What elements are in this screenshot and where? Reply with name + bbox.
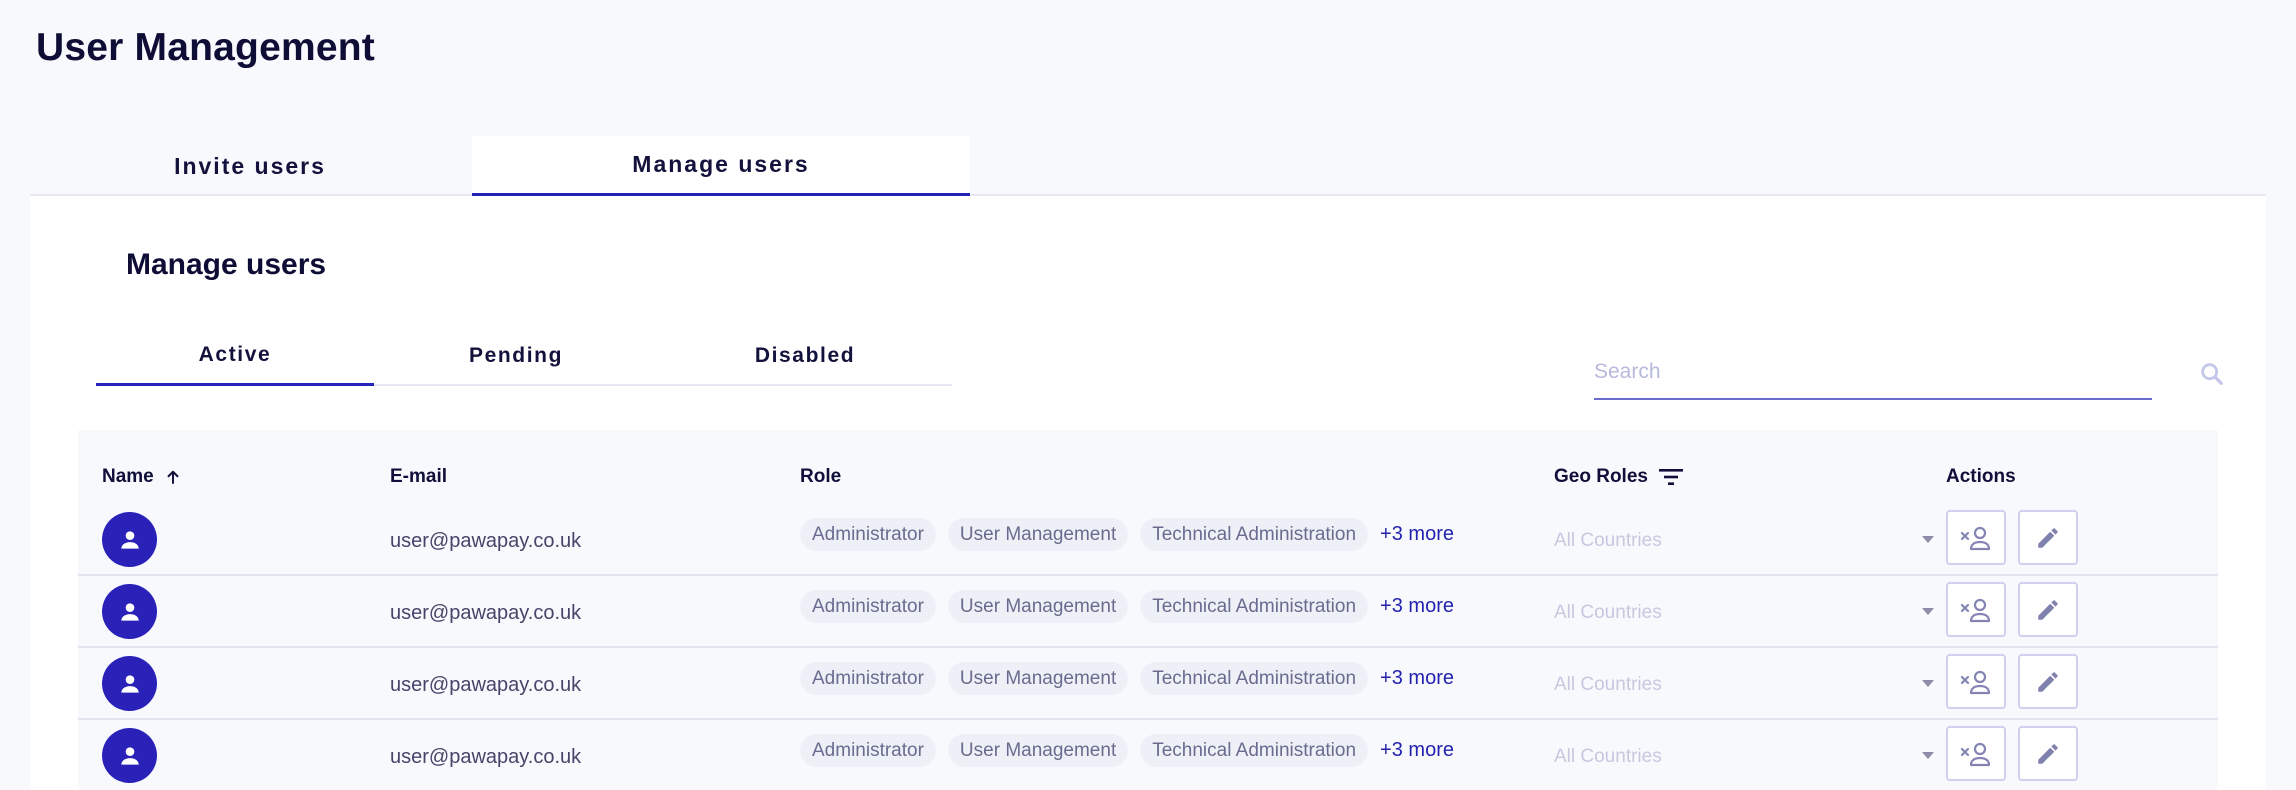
role-chip: User Management <box>947 734 1129 767</box>
sort-ascending-icon[interactable] <box>164 468 182 486</box>
pencil-icon <box>2038 599 2058 620</box>
person-icon <box>120 746 139 765</box>
column-header-name-label: Name <box>102 466 154 487</box>
tab-manage-users[interactable]: Manage users <box>472 136 970 196</box>
table-row: user@pawapay.co.uk Administrator User Ma… <box>78 720 2218 790</box>
status-tabs: Active Pending Disabled <box>96 326 952 386</box>
role-chips: Administrator User Management Technical … <box>800 734 1454 767</box>
person-icon <box>120 530 139 549</box>
avatar <box>102 728 157 783</box>
tab-active[interactable]: Active <box>96 326 374 386</box>
table-row: user@pawapay.co.uk Administrator User Ma… <box>78 648 2218 720</box>
more-roles-link[interactable]: +3 more <box>1380 595 1454 618</box>
disable-user-button[interactable] <box>1946 582 2006 637</box>
more-roles-link[interactable]: +3 more <box>1380 523 1454 546</box>
geo-roles-select[interactable]: All Countries <box>1554 590 1934 630</box>
role-chip: User Management <box>947 662 1129 695</box>
caret-down-icon <box>1922 536 1934 543</box>
role-chips: Administrator User Management Technical … <box>800 662 1454 695</box>
users-table: Name E-mail Role Geo Roles Actions user@… <box>78 430 2218 790</box>
edit-user-button[interactable] <box>2018 726 2078 781</box>
edit-user-button[interactable] <box>2018 654 2078 709</box>
remove-user-icon <box>1960 670 1991 694</box>
disable-user-button[interactable] <box>1946 654 2006 709</box>
caret-down-icon <box>1922 680 1934 687</box>
geo-roles-select[interactable]: All Countries <box>1554 518 1934 558</box>
table-row: user@pawapay.co.uk Administrator User Ma… <box>78 576 2218 648</box>
geo-roles-value: All Countries <box>1554 530 1662 551</box>
role-chip: User Management <box>947 590 1129 623</box>
edit-user-button[interactable] <box>2018 582 2078 637</box>
more-roles-link[interactable]: +3 more <box>1380 667 1454 690</box>
tab-disabled[interactable]: Disabled <box>658 326 952 386</box>
avatar <box>102 584 157 639</box>
role-chip: Administrator <box>800 590 936 623</box>
role-chip: User Management <box>947 518 1129 551</box>
geo-roles-select[interactable]: All Countries <box>1554 734 1934 774</box>
more-roles-link[interactable]: +3 more <box>1380 739 1454 762</box>
pencil-icon <box>2038 527 2058 548</box>
role-chips: Administrator User Management Technical … <box>800 518 1454 551</box>
role-chip: Technical Administration <box>1140 518 1369 551</box>
column-header-email: E-mail <box>390 466 447 488</box>
edit-user-button[interactable] <box>2018 510 2078 565</box>
geo-roles-value: All Countries <box>1554 602 1662 623</box>
table-row: user@pawapay.co.uk Administrator User Ma… <box>78 504 2218 576</box>
column-header-actions: Actions <box>1946 466 2016 488</box>
disable-user-button[interactable] <box>1946 726 2006 781</box>
geo-roles-value: All Countries <box>1554 674 1662 695</box>
geo-roles-value: All Countries <box>1554 746 1662 767</box>
avatar <box>102 512 157 567</box>
filter-icon[interactable] <box>1658 467 1684 487</box>
role-chip: Administrator <box>800 662 936 695</box>
user-email: user@pawapay.co.uk <box>390 602 582 624</box>
column-header-geo-roles: Geo Roles <box>1554 466 1684 488</box>
role-chip: Administrator <box>800 518 936 551</box>
page-title: User Management <box>36 26 375 69</box>
user-email: user@pawapay.co.uk <box>390 746 582 768</box>
geo-roles-select[interactable]: All Countries <box>1554 662 1934 702</box>
tab-pending[interactable]: Pending <box>374 326 658 386</box>
remove-user-icon <box>1960 526 1991 550</box>
role-chips: Administrator User Management Technical … <box>800 590 1454 623</box>
role-chip: Technical Administration <box>1140 734 1369 767</box>
column-header-role-label: Role <box>800 466 842 487</box>
column-header-actions-label: Actions <box>1946 466 2016 487</box>
top-tabs: Invite users Manage users <box>30 136 2266 196</box>
column-header-role: Role <box>800 466 841 488</box>
avatar <box>102 656 157 711</box>
pencil-icon <box>2038 671 2058 692</box>
card-title: Manage users <box>126 248 327 281</box>
search-input[interactable] <box>1594 346 2152 400</box>
column-header-email-label: E-mail <box>390 466 448 487</box>
remove-user-icon <box>1960 742 1991 766</box>
column-header-geo-roles-label: Geo Roles <box>1554 466 1648 487</box>
person-icon <box>120 602 139 621</box>
role-chip: Technical Administration <box>1140 590 1369 623</box>
person-icon <box>120 674 139 693</box>
search-box <box>1594 346 2226 400</box>
column-header-name[interactable]: Name <box>102 466 182 488</box>
caret-down-icon <box>1922 608 1934 615</box>
user-email: user@pawapay.co.uk <box>390 530 582 552</box>
user-email: user@pawapay.co.uk <box>390 674 582 696</box>
search-icon[interactable] <box>2198 360 2226 388</box>
role-chip: Administrator <box>800 734 936 767</box>
remove-user-icon <box>1960 598 1991 622</box>
caret-down-icon <box>1922 752 1934 759</box>
manage-users-card: Manage users Active Pending Disabled Nam… <box>30 196 2266 790</box>
disable-user-button[interactable] <box>1946 510 2006 565</box>
tab-invite-users[interactable]: Invite users <box>30 136 470 196</box>
role-chip: Technical Administration <box>1140 662 1369 695</box>
pencil-icon <box>2038 743 2058 764</box>
